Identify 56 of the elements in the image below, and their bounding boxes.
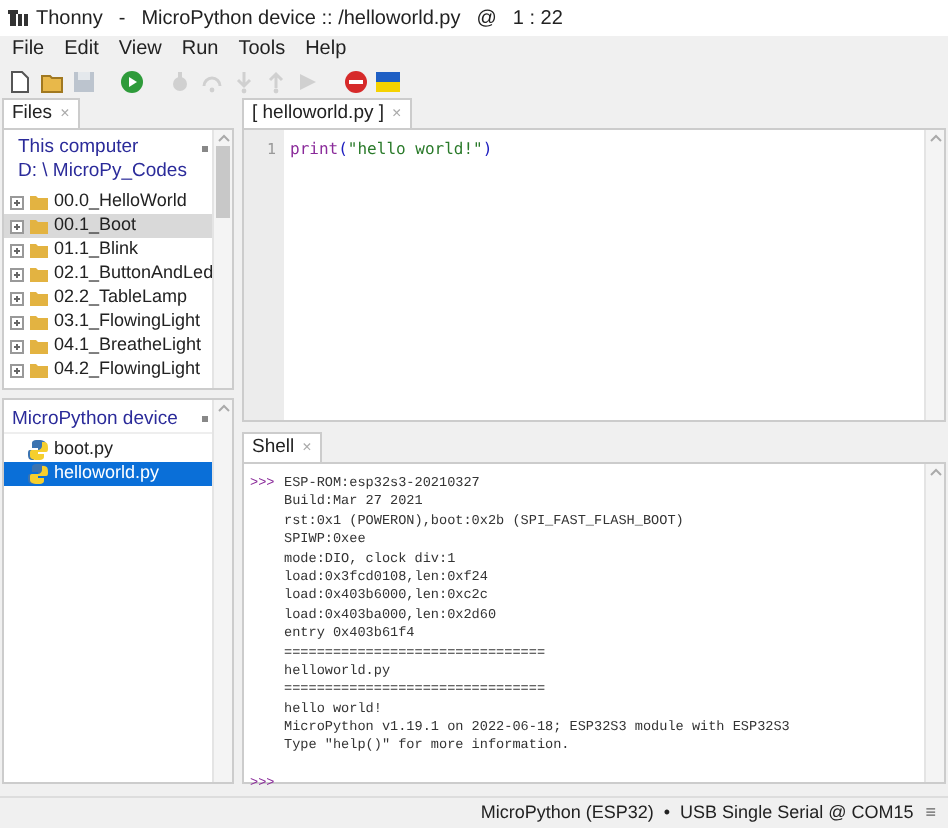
title-separator: - <box>116 5 128 33</box>
run-icon[interactable] <box>120 69 144 93</box>
tree-item[interactable]: 02.2_TableLamp <box>4 286 212 310</box>
scrollbar[interactable] <box>212 400 232 782</box>
tree-item[interactable]: 03.1_FlowingLight <box>4 310 212 334</box>
panel-tab[interactable]: Shell × <box>242 432 322 462</box>
open-folder-icon[interactable] <box>40 69 64 93</box>
tree-item[interactable]: 00.0_HelloWorld <box>4 190 212 214</box>
device-script-row[interactable]: helloworld.py <box>4 462 212 486</box>
python-file-icon <box>28 464 48 484</box>
tree-item[interactable]: 01.1_Blink <box>4 238 212 262</box>
menu-item[interactable]: View <box>118 40 162 60</box>
panel-tab[interactable]: [ helloworld.py ] × <box>242 98 412 128</box>
menu-item[interactable]: Help <box>305 40 347 60</box>
location-title: This computer <box>18 136 141 160</box>
code-line: print("hello world!") <box>290 138 495 160</box>
tree-item[interactable]: 00.1_Boot <box>4 214 212 238</box>
scrollbar[interactable] <box>924 464 944 782</box>
expand-icon[interactable] <box>10 195 24 209</box>
expand-icon[interactable] <box>10 339 24 353</box>
app-name: Thonny <box>36 5 103 33</box>
menu-item[interactable]: File <box>12 40 45 60</box>
stop-icon[interactable] <box>344 69 368 93</box>
menu-item[interactable]: Edit <box>64 40 99 60</box>
new-file-icon[interactable] <box>8 69 32 93</box>
scroll-up-icon[interactable] <box>217 134 229 142</box>
scroll-thumb[interactable] <box>216 146 230 218</box>
tree-item[interactable]: 04.1_BreatheLight <box>4 334 212 358</box>
tree-item[interactable]: 04.2_FlowingLight <box>4 358 212 382</box>
scroll-up-icon[interactable] <box>929 468 941 476</box>
scrollbar[interactable] <box>924 130 944 420</box>
expand-icon[interactable] <box>10 291 24 305</box>
expand-icon[interactable] <box>10 315 24 329</box>
at-sign: @ <box>474 5 499 33</box>
location-title: MicroPython device <box>12 406 180 432</box>
scrollbar[interactable] <box>212 130 232 388</box>
panel-menu-icon[interactable] <box>202 145 208 151</box>
cursor-position: 1 : 22 <box>512 5 563 33</box>
flag-icon[interactable] <box>376 69 400 93</box>
menu-item[interactable]: Run <box>181 40 219 60</box>
tree-item[interactable]: 02.1_ButtonAndLed <box>4 262 212 286</box>
window-title: MicroPython device :: /helloworld.py <box>141 5 461 33</box>
python-file-icon <box>28 440 48 460</box>
expand-icon[interactable] <box>10 219 24 233</box>
app-logo-icon <box>8 8 28 28</box>
scroll-up-icon[interactable] <box>217 404 229 412</box>
expand-icon[interactable] <box>10 267 24 281</box>
status-menu-button[interactable]: ≡ <box>925 799 936 827</box>
expand-icon[interactable] <box>10 363 24 377</box>
expand-icon[interactable] <box>10 243 24 257</box>
status-text: MicroPython (ESP32) • USB Single Serial @ COM15 <box>480 799 914 826</box>
location-path[interactable]: D: \ MicroPy_Codes <box>4 160 212 184</box>
panel-tab[interactable]: Files × <box>2 98 80 128</box>
scroll-up-icon[interactable] <box>929 134 941 142</box>
device-script-row[interactable]: boot.py <box>4 438 212 462</box>
menu-item[interactable]: Tools <box>238 40 286 60</box>
